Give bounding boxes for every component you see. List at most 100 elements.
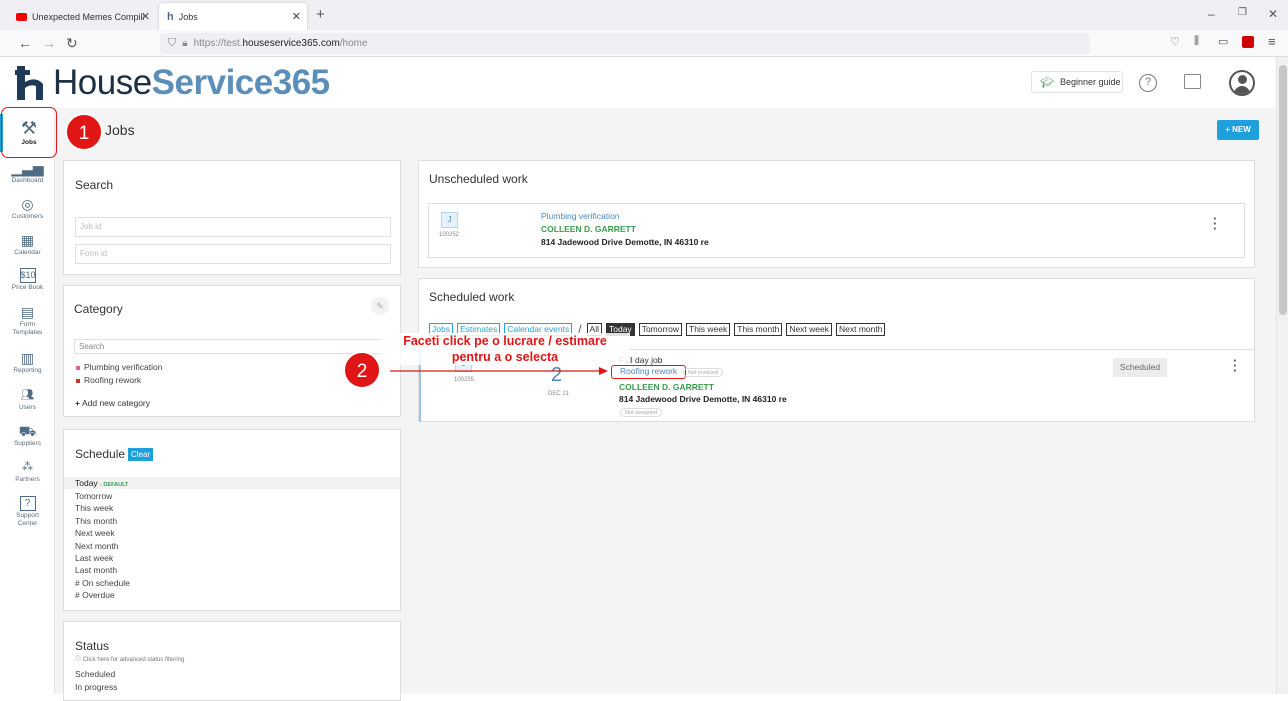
- schedule-card: Schedule Clear Today - DEFAULT Tomorrow …: [63, 429, 401, 611]
- schedule-option[interactable]: Next week: [75, 527, 130, 539]
- category-item[interactable]: Roofing rework: [76, 375, 141, 385]
- job-address: 814 Jadewood Drive Demotte, IN 46310 re: [619, 394, 787, 404]
- tab-jobs[interactable]: h Jobs ✕: [159, 3, 307, 30]
- status-card: Status ⓘ Click here for advanced status …: [63, 621, 401, 701]
- assignment-badge: Not assigned: [620, 408, 663, 417]
- sidebar-item-users[interactable]: 👥︎ Users: [0, 387, 55, 411]
- extension-icon[interactable]: [1242, 36, 1254, 48]
- graduation-cap-icon: 🎓︎: [1040, 76, 1054, 89]
- beginner-guide-button[interactable]: 🎓︎ Beginner guide: [1031, 71, 1123, 93]
- status-option[interactable]: In progress: [75, 681, 118, 693]
- reload-icon[interactable]: ↻: [66, 35, 78, 52]
- close-tab-icon[interactable]: ✕: [141, 10, 150, 23]
- schedule-clear-button[interactable]: Clear: [128, 448, 154, 461]
- pocket-icon[interactable]: ♡: [1170, 35, 1180, 48]
- filter-this-month[interactable]: This month: [734, 322, 783, 336]
- add-category-link[interactable]: + Add new category: [75, 398, 150, 408]
- category-search-input[interactable]: Search: [74, 339, 391, 354]
- search-card: Search Job id Form id: [63, 160, 401, 275]
- unscheduled-title: Unscheduled work: [429, 172, 528, 186]
- sidebar-item-partners[interactable]: ⁂ Partners: [0, 459, 55, 483]
- form-id-input[interactable]: Form id: [75, 244, 391, 264]
- sidebar-item-reporting[interactable]: ▥ Reporting: [0, 350, 55, 374]
- filter-next-week[interactable]: Next week: [786, 322, 832, 336]
- page-scrollbar[interactable]: [1276, 57, 1288, 694]
- sidebar-item-label: Center: [17, 519, 38, 527]
- inbox-icon[interactable]: [1184, 74, 1201, 89]
- address-bar[interactable]: ⛉ 🔒︎ https://test. houseservice365.com/ho…: [160, 33, 1090, 54]
- new-button[interactable]: + NEW: [1217, 120, 1259, 140]
- instruction-line2: pentru a o selecta: [451, 350, 559, 364]
- job-category[interactable]: Plumbing verification: [541, 211, 619, 221]
- help-icon[interactable]: ?: [1139, 74, 1157, 92]
- schedule-option[interactable]: This month: [75, 515, 130, 527]
- job-address: 814 Jadewood Drive Demotte, IN 46310 re: [541, 237, 709, 247]
- minimize-icon[interactable]: –: [1208, 7, 1215, 21]
- main-content: Jobs + NEW Search Job id Form id Categor…: [55, 108, 1276, 701]
- search-title: Search: [75, 178, 114, 192]
- pricebook-icon: $10: [19, 268, 36, 283]
- schedule-option[interactable]: This week: [75, 502, 130, 514]
- edit-pencil-icon[interactable]: ✎: [371, 297, 389, 315]
- more-options-icon[interactable]: · · ·: [1233, 354, 1237, 377]
- arrow-icon: [390, 367, 608, 375]
- more-options-icon[interactable]: · · ·: [1213, 212, 1217, 235]
- logo[interactable]: House Service365: [14, 63, 330, 102]
- schedule-option[interactable]: # Overdue: [75, 589, 130, 601]
- sidebar-item-label: Reporting: [13, 367, 42, 374]
- category-color-dot: [76, 378, 80, 383]
- schedule-option[interactable]: Last month: [75, 564, 130, 576]
- status-badge: Scheduled: [1113, 358, 1167, 377]
- sidebar-item-calendar[interactable]: ▦ Calendar: [0, 232, 55, 256]
- job-category-link[interactable]: Roofing rework: [611, 365, 687, 379]
- url-domain: houseservice365.com: [242, 38, 340, 49]
- sidebar-item-price-book[interactable]: $10 Price Book: [0, 268, 55, 291]
- sidebar-item-form-templates[interactable]: ▤ Form Templates: [0, 304, 55, 336]
- sidebar-item-label: Users: [19, 404, 36, 411]
- customers-icon: ◎: [21, 196, 34, 212]
- scheduled-title: Scheduled work: [429, 290, 515, 304]
- schedule-option[interactable]: Tomorrow: [75, 490, 130, 502]
- default-tag: - DEFAULT: [100, 482, 129, 488]
- back-icon[interactable]: ←: [18, 35, 32, 51]
- menu-icon[interactable]: ≡: [1268, 34, 1276, 49]
- url-path: /home: [339, 38, 368, 49]
- sidebar-item-support-center[interactable]: ? Support Center: [0, 496, 55, 527]
- sidebar-item-dashboard[interactable]: ▁▃▅ Dashboard: [0, 160, 55, 184]
- truck-icon: ⛟: [18, 423, 37, 439]
- restore-icon[interactable]: ❐: [1238, 7, 1247, 18]
- avatar[interactable]: [1229, 70, 1255, 96]
- close-tab-icon[interactable]: ✕: [292, 10, 301, 23]
- category-item[interactable]: Plumbing verification: [76, 362, 162, 372]
- close-window-icon[interactable]: ✕: [1268, 7, 1278, 21]
- logo-house: House: [53, 63, 152, 102]
- job-badge: J: [441, 212, 458, 228]
- step1-marker: 1: [65, 113, 103, 151]
- forward-icon[interactable]: →: [42, 35, 56, 51]
- advanced-status-filter-link[interactable]: ⓘ Click here for advanced status filteri…: [75, 654, 184, 663]
- job-id-input[interactable]: Job id: [75, 217, 391, 237]
- schedule-option[interactable]: Next month: [75, 540, 130, 552]
- sidebar-item-customers[interactable]: ◎ Customers: [0, 196, 55, 220]
- unscheduled-job-row[interactable]: J 100252 Plumbing verification COLLEEN D…: [428, 203, 1245, 258]
- new-tab-icon[interactable]: +: [316, 6, 325, 23]
- invoice-status-badge: Not invoiced: [683, 368, 724, 377]
- tab-title: Unexpected Memes Compilatio: [32, 11, 144, 22]
- filter-this-week[interactable]: This week: [686, 322, 731, 336]
- scrollbar-thumb[interactable]: [1279, 65, 1287, 315]
- sidebar-item-suppliers[interactable]: ⛟ Suppliers: [0, 423, 55, 447]
- sidebar-item-label: Suppliers: [13, 440, 42, 447]
- sidebar-toggle-icon[interactable]: ▭: [1218, 35, 1228, 48]
- filter-next-month[interactable]: Next month: [836, 322, 886, 336]
- schedule-option[interactable]: Last week: [75, 552, 130, 564]
- job-id: 100252: [439, 232, 460, 238]
- status-option[interactable]: Scheduled: [75, 668, 115, 680]
- form-icon: ▤: [20, 304, 35, 320]
- category-title: Category: [74, 302, 123, 316]
- tab-memes[interactable]: Unexpected Memes Compilatio ✕: [8, 3, 156, 30]
- library-icon[interactable]: ⫼: [1194, 35, 1199, 48]
- filter-tomorrow[interactable]: Tomorrow: [638, 322, 682, 336]
- schedule-title: Schedule: [75, 447, 126, 461]
- step1-highlight-box: [1, 107, 57, 158]
- schedule-option[interactable]: # On schedule: [75, 577, 130, 589]
